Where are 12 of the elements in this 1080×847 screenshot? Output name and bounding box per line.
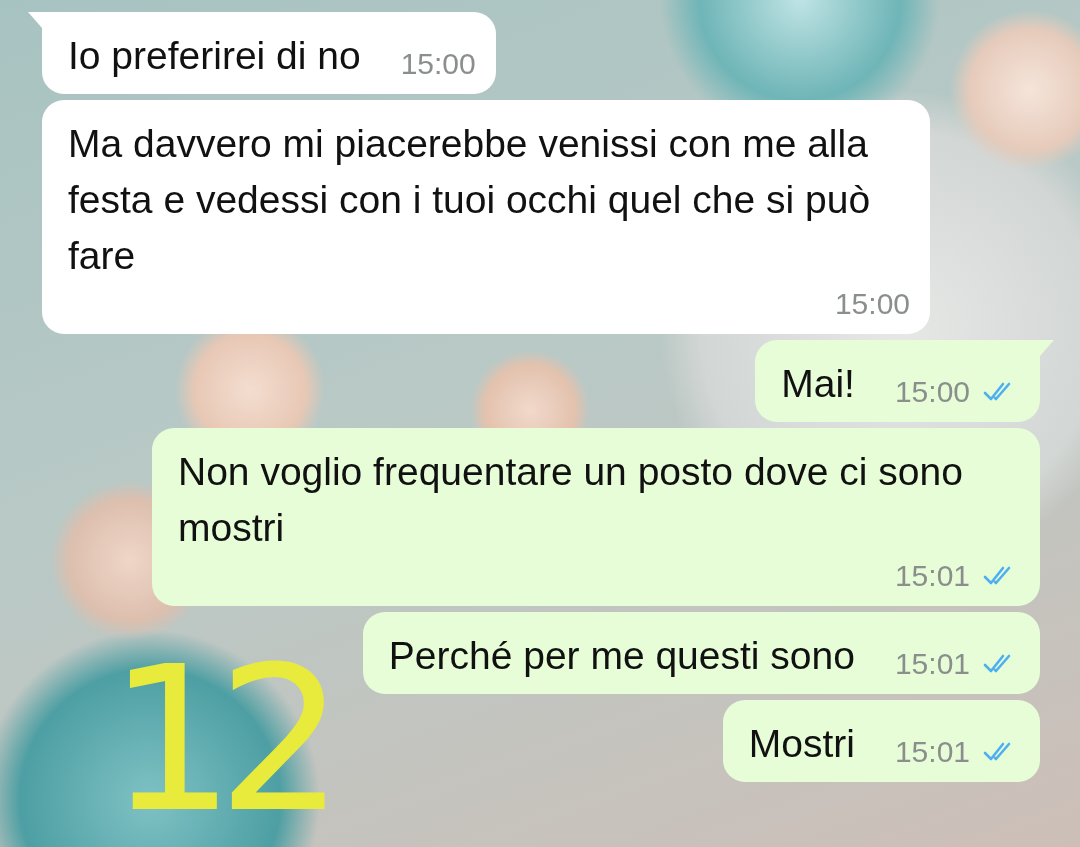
message-text: Io preferirei di no — [68, 33, 361, 79]
message-time: 15:01 — [894, 646, 970, 682]
message-time: 15:01 — [894, 734, 970, 770]
message-time: 15:00 — [400, 46, 476, 82]
message-time: 15:00 — [894, 374, 970, 410]
message-text: Perché per me questi sono — [388, 633, 855, 679]
message-text: Ma davvero mi piacerebbe venissi con me alla festa e vedessi con i tuoi occhi quel che si può fare — [68, 121, 872, 279]
message-text: Non voglio frequentare un posto dove ci sono mostri — [178, 449, 964, 551]
message-time: 15:00 — [834, 286, 910, 322]
message-text: Mostri — [748, 721, 855, 767]
message-time: 15:01 — [894, 558, 970, 594]
message-text: Mai! — [781, 361, 855, 407]
